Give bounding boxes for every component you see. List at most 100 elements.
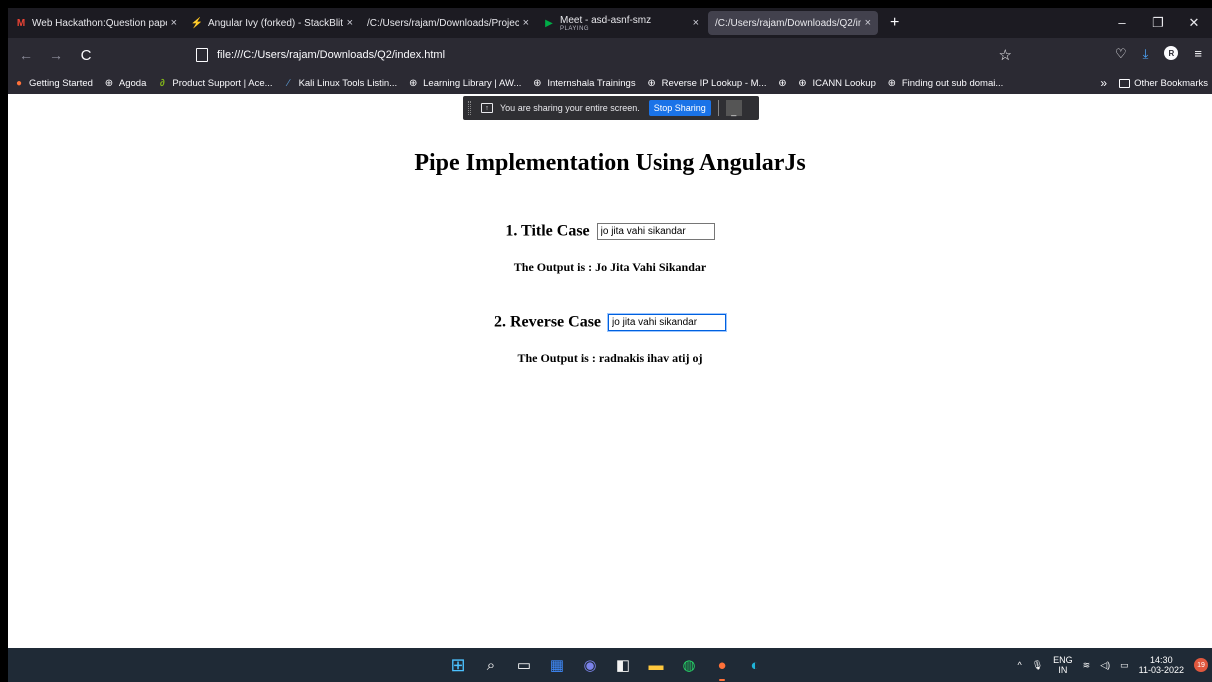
start-icon[interactable]: ⊞ (448, 655, 468, 675)
divider (717, 100, 719, 116)
menu-icon[interactable]: ≡ (1194, 46, 1202, 62)
bookmark-agoda[interactable]: ⊕ Agoda (103, 77, 147, 89)
stop-sharing-button[interactable]: Stop Sharing (648, 100, 711, 116)
tab-playing-label: PLAYING (560, 25, 590, 32)
star-icon[interactable]: ☆ (999, 46, 1012, 64)
page-icon (196, 48, 208, 62)
microphone-icon[interactable]: 🎙 (1032, 660, 1043, 671)
tab-close-icon[interactable]: × (865, 17, 871, 29)
tab-gmail[interactable]: M Web Hackathon:Question paper × (8, 8, 184, 38)
download-icon[interactable]: ⤓ (1143, 46, 1149, 62)
taskbar-apps: ⊞ ⌕ ▭ ▦ ◉ ◧ ▬ ◍ ● ◐ (448, 655, 765, 681)
tab-active-index[interactable]: /C:/Users/rajam/Downloads/Q2/ind × (708, 11, 878, 35)
forward-arrow-icon[interactable]: → (44, 47, 68, 63)
bookmark-learning-library[interactable]: ⊕ Learning Library | AW... (407, 77, 521, 89)
running-indicator (719, 679, 725, 681)
whatsapp-icon[interactable]: ◍ (679, 655, 699, 675)
tab-title: Web Hackathon:Question paper (32, 17, 167, 29)
file-explorer-icon[interactable]: ▬ (646, 655, 666, 675)
bookmark-getting-started[interactable]: ● Getting Started (13, 77, 93, 89)
pocket-icon[interactable]: ♡ (1115, 46, 1127, 62)
bookmark-kali[interactable]: ∕ Kali Linux Tools Listin... (283, 77, 397, 89)
kali-icon: ∕ (287, 77, 290, 89)
reverse-case-input[interactable] (607, 312, 728, 332)
tab-project[interactable]: /C:/Users/rajam/Downloads/Project × (360, 8, 536, 38)
bookmark-reverse-ip[interactable]: ⊕ Reverse IP Lookup - M... (646, 77, 766, 89)
globe-icon: ⊕ (887, 77, 897, 89)
page-viewport: ↑ You are sharing your entire screen. St… (8, 94, 1212, 648)
page-title: Pipe Implementation Using AngularJs (414, 150, 806, 176)
reverse-case-label: 2. Reverse Case (493, 313, 602, 331)
hide-bar-button[interactable]: _ (725, 100, 742, 116)
tab-close-icon[interactable]: × (693, 17, 699, 29)
chevron-double-right-icon[interactable]: » (1100, 76, 1107, 90)
tab-close-icon[interactable]: × (523, 17, 529, 29)
tab-title: Angular Ivy (forked) - StackBlitz (208, 17, 343, 29)
search-icon[interactable]: ⌕ (481, 655, 501, 675)
clock[interactable]: 14:30 11-03-2022 (1139, 655, 1184, 675)
other-bookmarks[interactable]: Other Bookmarks (1119, 78, 1208, 89)
reverse-case-row: 2. Reverse Case (8, 312, 1212, 332)
close-window-icon[interactable]: ✕ (1176, 15, 1212, 31)
widgets-icon[interactable]: ▦ (547, 655, 567, 675)
globe-icon: ⊕ (533, 77, 542, 89)
firefox-taskbar-icon[interactable]: ● (712, 655, 732, 681)
tab-title: Meet - asd-asnf-smz (560, 14, 652, 26)
battery-icon[interactable]: ▭ (1120, 660, 1129, 671)
title-case-output: The Output is : Jo Jita Vahi Sikandar (513, 260, 707, 274)
bookmark-icann[interactable]: ⊕ ICANN Lookup (796, 77, 876, 89)
wifi-icon[interactable]: ≋ (1083, 660, 1091, 671)
stackblitz-icon: ⚡ (190, 17, 204, 29)
address-bar[interactable]: file:///C:/Users/rajam/Downloads/Q2/inde… (196, 43, 1012, 67)
bookmark-internshala[interactable]: ⊕ Internshala Trainings (531, 77, 635, 89)
navigation-bar: ← → C file:///C:/Users/rajam/Downloads/Q… (8, 38, 1212, 72)
account-avatar-icon[interactable]: R (1164, 46, 1179, 60)
bookmarks-bar: ● Getting Started ⊕ Agoda ∂ Product Support… (8, 72, 1212, 94)
tab-title: /C:/Users/rajam/Downloads/Project (367, 17, 519, 29)
globe-icon: ⊕ (647, 77, 656, 89)
tab-title: /C:/Users/rajam/Downloads/Q2/ind (715, 17, 861, 29)
taskbar: ⊞ ⌕ ▭ ▦ ◉ ◧ ▬ ◍ ● ◐ ^ 🎙 ENG IN ≋ ◁) ▭ 14… (8, 648, 1212, 682)
edge-icon[interactable]: ◐ (745, 655, 765, 675)
acer-icon: ∂ (159, 77, 165, 89)
bookmark-subdomain[interactable]: ⊕ Finding out sub domai... (886, 77, 1004, 89)
minimize-icon[interactable]: – (1104, 15, 1140, 31)
store-icon[interactable]: ◧ (613, 655, 633, 675)
share-screen-icon: ↑ (481, 103, 493, 113)
toolbar-right: ♡ ⤓ R ≡ (1115, 46, 1202, 62)
globe-icon: ⊕ (408, 77, 418, 89)
back-arrow-icon[interactable]: ← (14, 47, 38, 63)
gmail-icon: M (16, 17, 26, 29)
globe-icon: ⊕ (778, 77, 787, 89)
restore-icon[interactable]: ❐ (1140, 15, 1176, 31)
title-case-input[interactable] (596, 222, 715, 240)
volume-icon[interactable]: ◁) (1100, 660, 1110, 671)
bookmark-unlabeled[interactable]: ⊕ (776, 77, 792, 89)
language-indicator[interactable]: ENG IN (1053, 655, 1073, 675)
new-tab-button[interactable]: + (880, 14, 909, 32)
firefox-icon: ● (15, 77, 23, 89)
teams-chat-icon[interactable]: ◉ (580, 655, 600, 675)
task-view-icon[interactable]: ▭ (514, 655, 534, 675)
share-message: You are sharing your entire screen. (500, 103, 640, 113)
drag-handle-icon[interactable] (468, 101, 471, 115)
tab-meet[interactable]: ▶ Meet - asd-asnf-smz PLAYING × (536, 8, 706, 38)
tab-strip: M Web Hackathon:Question paper × ⚡ Angul… (8, 8, 1212, 38)
tray-chevron-icon[interactable]: ^ (1017, 660, 1021, 670)
system-tray: ^ 🎙 ENG IN ≋ ◁) ▭ 14:30 11-03-2022 19 (1017, 651, 1208, 679)
window-controls: – ❐ ✕ (1104, 15, 1212, 31)
screen-share-bar: ↑ You are sharing your entire screen. St… (463, 96, 759, 120)
title-case-label: 1. Title Case (505, 222, 590, 240)
clock-time: 14:30 (1150, 655, 1173, 665)
tab-stackblitz[interactable]: ⚡ Angular Ivy (forked) - StackBlitz × (184, 8, 360, 38)
notification-badge[interactable]: 19 (1194, 658, 1208, 672)
tab-close-icon[interactable]: × (171, 17, 177, 29)
title-case-row: 1. Title Case (8, 222, 1212, 240)
tab-close-icon[interactable]: × (347, 17, 353, 29)
reload-icon[interactable]: C (74, 47, 98, 64)
meet-icon: ▶ (545, 17, 553, 29)
url-text[interactable]: file:///C:/Users/rajam/Downloads/Q2/inde… (217, 49, 445, 61)
bookmark-product-support[interactable]: ∂ Product Support | Ace... (156, 77, 273, 89)
globe-icon: ⊕ (798, 77, 807, 89)
reverse-case-output: The Output is : radnakis ihav atij oj (517, 351, 703, 365)
